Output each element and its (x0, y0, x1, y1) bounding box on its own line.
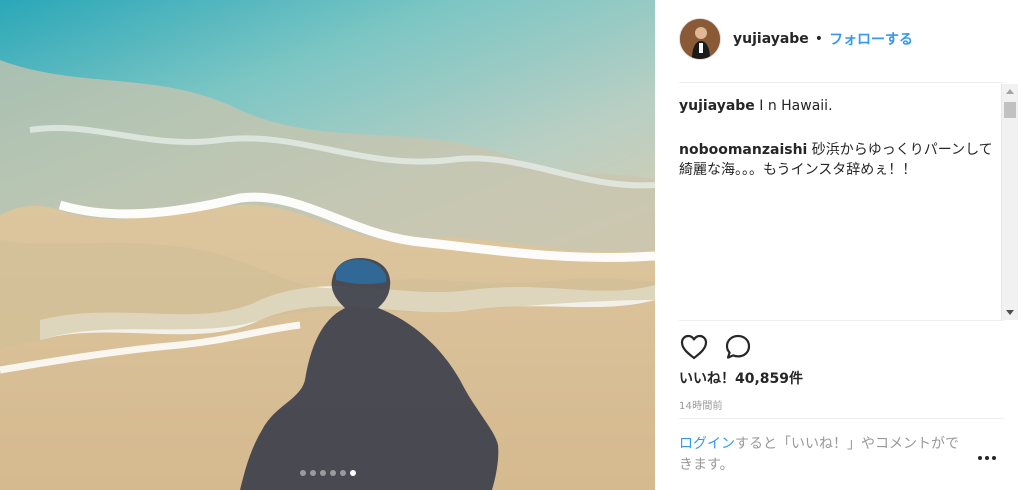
like-count[interactable]: いいね！40,859件 (679, 368, 803, 388)
carousel-dot[interactable] (339, 470, 346, 476)
carousel-dot[interactable] (309, 470, 316, 476)
login-link[interactable]: ログイン (679, 436, 735, 452)
comment-text: I n Hawaii. (759, 98, 833, 114)
post-author-username[interactable]: yujiayabe (733, 31, 809, 47)
comment-item: noboomanzaishi 砂浜からゆっくりパーンして綺麗な海。。。もうインス… (679, 140, 1001, 180)
divider (679, 418, 1004, 419)
post-actions (679, 332, 753, 362)
carousel-dot[interactable] (319, 470, 326, 476)
comment-icon (725, 334, 751, 359)
more-dot-icon (992, 456, 996, 460)
comment-username[interactable]: noboomanzaishi (679, 142, 807, 158)
heart-icon (680, 334, 708, 360)
like-button[interactable] (679, 332, 709, 362)
carousel-dot[interactable] (299, 470, 306, 476)
beach-photo (0, 0, 655, 490)
carousel-dot[interactable] (349, 470, 356, 476)
scroll-up-arrow-icon[interactable] (1006, 89, 1014, 94)
more-dot-icon (978, 456, 982, 460)
login-prompt: ログインすると「いいね！」やコメントができます。 (679, 434, 969, 476)
comment-button[interactable] (723, 332, 753, 362)
scroll-down-arrow-icon[interactable] (1006, 310, 1014, 315)
avatar[interactable] (679, 18, 721, 60)
comments-list[interactable]: yujiayabe I n Hawaii. noboomanzaishi 砂浜か… (679, 86, 1001, 318)
divider (679, 82, 1004, 83)
avatar-image (680, 19, 720, 59)
comment-item: yujiayabe I n Hawaii. (679, 96, 1001, 116)
header-separator: • (814, 31, 824, 47)
post-header: yujiayabe • フォローする (679, 16, 1004, 62)
scrollbar-thumb[interactable] (1004, 102, 1016, 118)
post-image[interactable] (0, 0, 655, 490)
more-options-button[interactable] (978, 456, 996, 460)
carousel-dot[interactable] (329, 470, 336, 476)
comments-scrollbar[interactable] (1001, 84, 1018, 320)
divider (679, 320, 1004, 321)
post-side-panel: yujiayabe • フォローする yujiayabe I n Hawaii.… (655, 0, 1024, 490)
follow-button[interactable]: フォローする (829, 29, 913, 49)
more-dot-icon (985, 456, 989, 460)
carousel-indicator (0, 470, 655, 476)
comment-username[interactable]: yujiayabe (679, 98, 755, 114)
post-timestamp[interactable]: 14時間前 (679, 397, 723, 412)
